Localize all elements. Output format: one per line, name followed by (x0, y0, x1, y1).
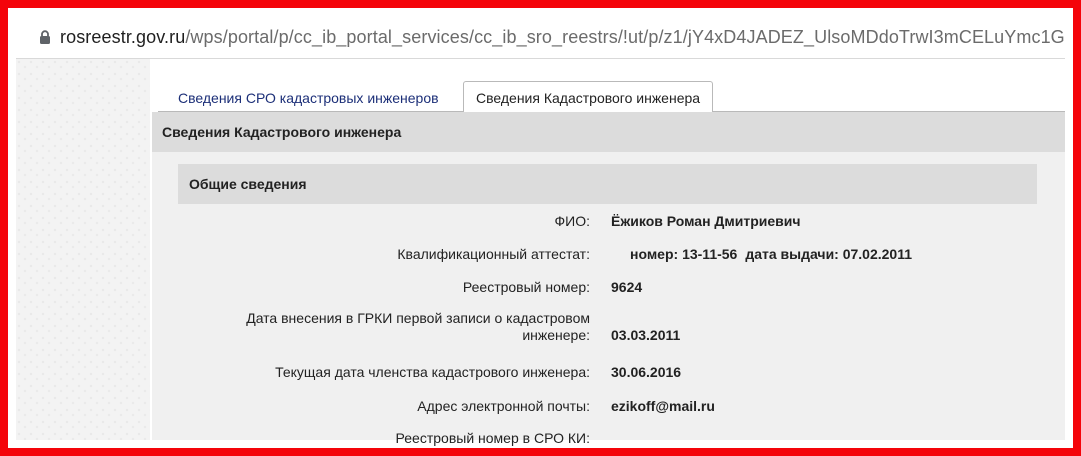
field-value: 9624 (611, 279, 643, 295)
field-value: 03.03.2011 (611, 327, 681, 343)
tab-engineer-info[interactable]: Сведения Кадастрового инженера (463, 81, 714, 113)
field-label: Реестровый номер: (462, 279, 590, 295)
section-title: Общие сведения (178, 164, 1037, 204)
url-text[interactable]: rosreestr.gov.ru/wps/portal/p/cc_ib_port… (60, 27, 1065, 48)
field-label: ФИО: (554, 213, 591, 229)
field-value: Ёжиков Роман Дмитриевич (611, 213, 801, 229)
attestat-date: дата выдачи: 07.02.2011 (745, 246, 913, 262)
address-bar[interactable]: rosreestr.gov.ru/wps/portal/p/cc_ib_port… (16, 16, 1065, 59)
field-value: ezikoff@mail.ru (611, 398, 715, 414)
engineer-panel: Сведения Кадастрового инженера Общие све… (152, 112, 1065, 446)
general-info-section: Общие сведения ФИО: Ёжиков Роман Дмитрие… (178, 164, 1037, 446)
main-content: Сведения СРО кадастровых инженеров Сведе… (150, 59, 1065, 446)
tab-sro-info[interactable]: Сведения СРО кадастровых инженеров (168, 85, 449, 111)
field-label: Адрес электронной почты: (417, 398, 590, 414)
field-label: Квалификационный аттестат: (397, 246, 590, 262)
left-sidebar (16, 59, 150, 440)
field-label: Дата внесения в ГРКИ первой записи о кад… (246, 310, 590, 343)
field-label: Реестровый номер в СРО КИ: (395, 430, 590, 446)
url-path: /wps/portal/p/cc_ib_portal_services/cc_i… (185, 26, 1065, 47)
field-value: 30.06.2016 (611, 364, 682, 380)
field-value: номер: 13-11-56 дата выдачи: 07.02.2011 (630, 246, 912, 262)
field-label: Текущая дата членства кадастрового инжен… (275, 364, 590, 380)
attestat-number: номер: 13-11-56 (630, 246, 738, 262)
url-domain: rosreestr.gov.ru (60, 26, 186, 47)
screenshot-frame: rosreestr.gov.ru/wps/portal/p/cc_ib_port… (0, 0, 1081, 456)
tab-bar: Сведения СРО кадастровых инженеров Сведе… (158, 79, 1065, 113)
panel-title: Сведения Кадастрового инженера (152, 112, 1065, 152)
lock-icon[interactable] (39, 26, 51, 48)
